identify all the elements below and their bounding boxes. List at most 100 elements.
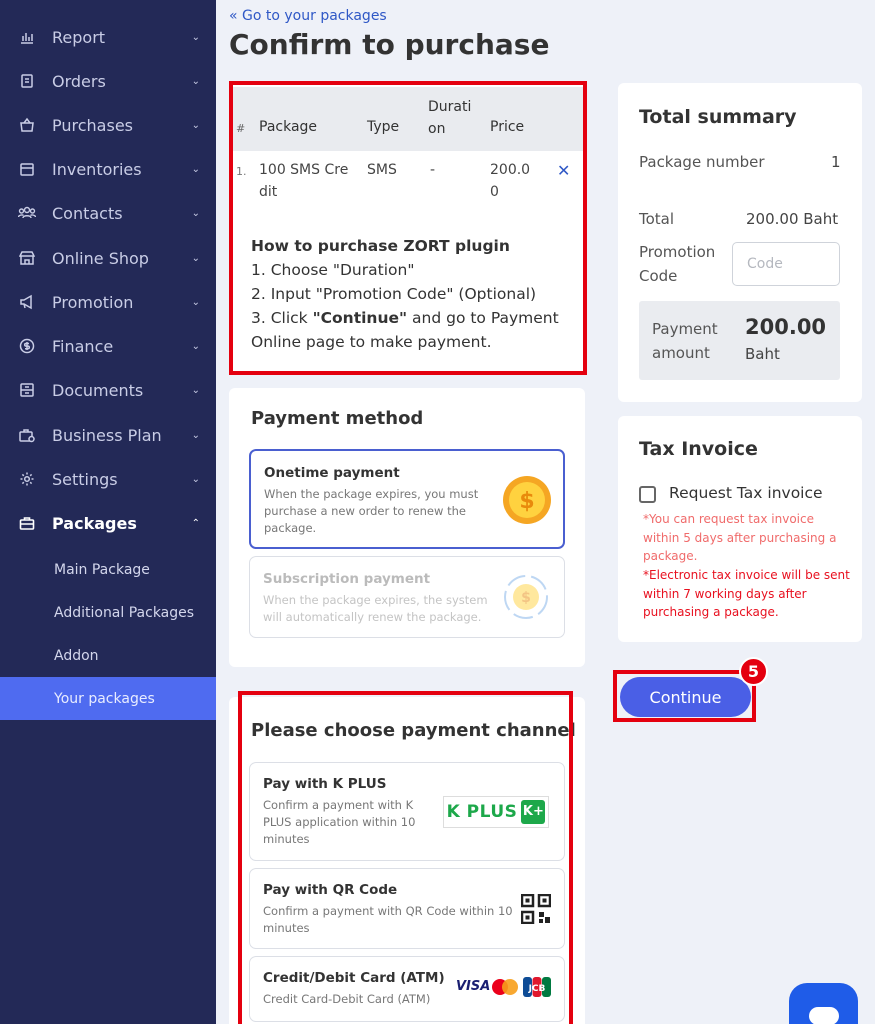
payment-amount-unit: Baht xyxy=(745,345,780,363)
sidebar-item-promotion[interactable]: Promotion ⌄ xyxy=(0,280,216,324)
column-header-price: Price xyxy=(490,119,525,135)
contacts-icon xyxy=(18,204,36,222)
chevron-down-icon: ⌄ xyxy=(191,473,200,485)
sidebar-item-purchases[interactable]: Purchases ⌄ xyxy=(0,103,216,147)
request-tax-invoice-label[interactable]: Request Tax invoice xyxy=(669,484,823,502)
option-description: Confirm a payment with QR Code within 10… xyxy=(263,904,513,935)
sidebar-item-orders[interactable]: Orders ⌄ xyxy=(0,59,216,103)
remove-package-icon[interactable]: ✕ xyxy=(557,161,570,180)
howto-step-2: 2. Input "Promotion Code" (Optional) xyxy=(251,285,537,303)
chevron-down-icon: ⌄ xyxy=(191,163,200,175)
sidebar-item-finance[interactable]: Finance ⌄ xyxy=(0,324,216,368)
continue-button[interactable]: Continue xyxy=(620,677,751,717)
howto-step-3-bold: "Continue" xyxy=(312,309,408,327)
table-cell-index: 1. xyxy=(236,165,247,178)
sidebar-item-online-shop[interactable]: Online Shop ⌄ xyxy=(0,236,216,280)
sidebar-item-documents[interactable]: Documents ⌄ xyxy=(0,368,216,412)
sidebar-item-business-plan[interactable]: Business Plan ⌄ xyxy=(0,413,216,457)
sidebar-subitem-additional-packages[interactable]: Additional Packages xyxy=(0,591,216,634)
back-link-label: Go to your packages xyxy=(242,8,387,24)
sidebar-item-inventories[interactable]: Inventories ⌄ xyxy=(0,147,216,191)
sidebar-item-label: Documents xyxy=(52,380,144,400)
subscription-payment-option[interactable]: Subscription payment When the package ex… xyxy=(249,556,565,638)
sidebar-subitem-label: Additional Packages xyxy=(54,604,195,621)
packages-icon xyxy=(18,514,36,532)
sidebar-item-label: Report xyxy=(52,27,106,47)
inventories-icon xyxy=(18,160,36,178)
visa-logo: VISA xyxy=(456,979,491,994)
onetime-payment-option[interactable]: Onetime payment When the package expires… xyxy=(249,449,565,549)
svg-text:$: $ xyxy=(519,489,534,514)
promotion-code-input[interactable] xyxy=(732,242,840,286)
gear-icon xyxy=(18,470,36,488)
column-header-index: # xyxy=(236,122,246,135)
payment-amount-value: 200.00 xyxy=(745,315,827,339)
online-shop-icon xyxy=(18,249,36,267)
sidebar-item-label: Inventories xyxy=(52,159,142,179)
coin-icon: $ xyxy=(502,475,552,529)
kplus-logo-text: K PLUS xyxy=(446,802,518,822)
sidebar-subitem-label: Your packages xyxy=(54,690,155,707)
sidebar-subitem-label: Main Package xyxy=(54,561,150,578)
chevron-down-icon: ⌄ xyxy=(191,429,200,441)
sidebar-subitem-label: Addon xyxy=(54,647,99,664)
table-cell-duration: - xyxy=(430,162,436,178)
chevron-down-icon: ⌄ xyxy=(191,75,200,87)
chevron-down-icon: ⌄ xyxy=(191,119,200,131)
package-number-label: Package number xyxy=(639,153,765,171)
qr-payment-option[interactable]: Pay with QR Code Confirm a payment with … xyxy=(249,868,565,949)
option-description: Credit Card-Debit Card (ATM) xyxy=(263,992,431,1006)
sidebar-subitem-your-packages[interactable]: Your packages xyxy=(0,677,216,720)
double-chevron-left-icon: « xyxy=(229,8,238,24)
sidebar: Report ⌄ Orders ⌄ Purchases ⌄ Inventorie… xyxy=(0,0,216,1024)
tax-note-2: *Electronic tax invoice will be sent wit… xyxy=(643,568,850,619)
howto-step-3-prefix: 3. Click xyxy=(251,309,313,327)
tax-note-1: *You can request tax invoice within 5 da… xyxy=(643,512,837,563)
chevron-up-icon: ⌃ xyxy=(191,517,200,529)
howto-step-1: 1. Choose "Duration" xyxy=(251,261,415,279)
sidebar-item-contacts[interactable]: Contacts ⌄ xyxy=(0,191,216,235)
table-cell-type: SMS xyxy=(367,162,397,178)
card-payment-option[interactable]: Credit/Debit Card (ATM) Credit Card-Debi… xyxy=(249,956,565,1022)
sidebar-subitem-main-package[interactable]: Main Package xyxy=(0,548,216,591)
chat-button[interactable] xyxy=(789,983,858,1024)
column-header-duration: Durati on xyxy=(428,99,472,137)
back-link[interactable]: « Go to your packages xyxy=(229,8,387,24)
table-cell-package: 100 SMS Cre dit xyxy=(259,162,349,200)
sidebar-item-settings[interactable]: Settings ⌄ xyxy=(0,457,216,501)
kplus-payment-option[interactable]: Pay with K PLUS Confirm a payment with K… xyxy=(249,762,565,861)
chat-bubble-icon xyxy=(809,1007,839,1024)
kplus-logo: K PLUS K+ xyxy=(443,796,549,828)
step-badge: 5 xyxy=(739,657,768,686)
request-tax-invoice-checkbox[interactable] xyxy=(639,486,656,503)
recurring-coin-icon: $ xyxy=(502,573,550,625)
sidebar-item-label: Contacts xyxy=(52,203,123,223)
kplus-badge-icon: K+ xyxy=(521,800,546,824)
howto-title: How to purchase ZORT plugin xyxy=(251,237,510,255)
mastercard-logo xyxy=(491,978,519,1000)
promotion-icon xyxy=(18,293,36,311)
option-title: Credit/Debit Card (ATM) xyxy=(263,970,445,986)
documents-icon xyxy=(18,381,36,399)
summary-title: Total summary xyxy=(639,106,797,128)
qr-code-icon xyxy=(520,893,552,928)
sidebar-item-report[interactable]: Report ⌄ xyxy=(0,15,216,59)
howto-instructions: How to purchase ZORT plugin 1. Choose "D… xyxy=(251,234,571,354)
chevron-down-icon: ⌄ xyxy=(191,252,200,264)
chevron-down-icon: ⌄ xyxy=(191,340,200,352)
chevron-down-icon: ⌄ xyxy=(191,296,200,308)
jcb-logo: JCB xyxy=(523,977,551,1001)
sidebar-item-label: Packages xyxy=(52,513,137,533)
finance-icon xyxy=(18,337,36,355)
howto-step-3: 3. Click "Continue" and go to Payment On… xyxy=(251,306,571,354)
total-value: 200.00 Baht xyxy=(746,210,839,228)
column-header-type: Type xyxy=(367,119,400,135)
option-description: When the package expires, the system wil… xyxy=(263,593,488,624)
sidebar-item-packages[interactable]: Packages ⌃ xyxy=(0,501,216,545)
svg-text:JCB: JCB xyxy=(528,984,546,994)
orders-icon xyxy=(18,72,36,90)
option-description: When the package expires, you must purch… xyxy=(264,487,479,535)
svg-text:$: $ xyxy=(521,590,531,606)
sidebar-subitem-addon[interactable]: Addon xyxy=(0,634,216,677)
chevron-down-icon: ⌄ xyxy=(191,31,200,43)
